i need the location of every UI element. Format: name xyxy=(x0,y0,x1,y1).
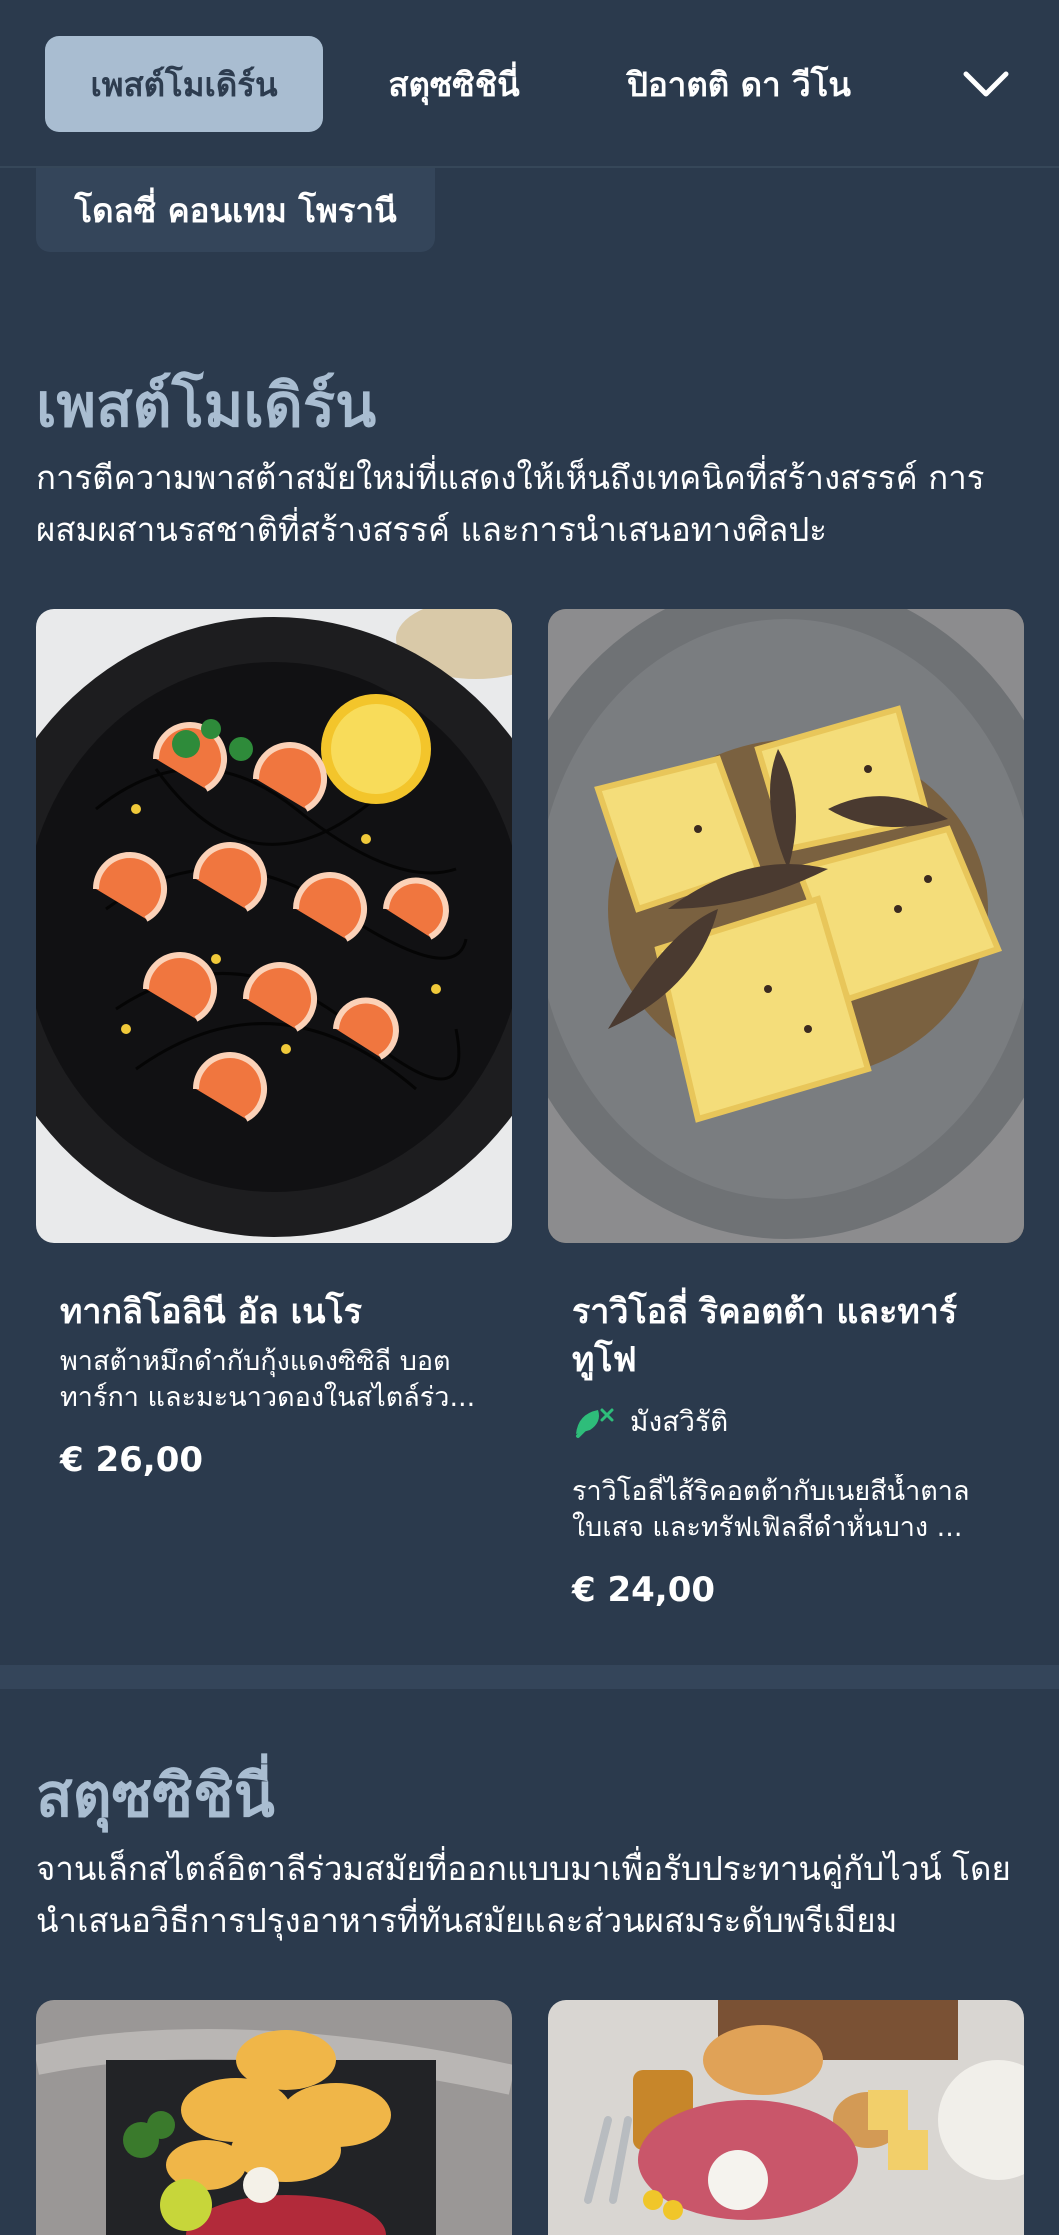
dietary-tag: มังสวิรัติ xyxy=(572,1400,728,1444)
vegetarian-leaf-icon xyxy=(576,1408,614,1438)
dish-image-ravioli[interactable] xyxy=(548,609,1024,1243)
tab-modern-pasta[interactable]: เพสต์โมเดิร์น xyxy=(45,36,323,132)
tab-piatti-da-vino[interactable]: ปิอาตติ ดา วีโน xyxy=(603,36,875,132)
dietary-tag-label: มังสวิรัติ xyxy=(630,1405,729,1438)
dish-image-stuzzichini-2[interactable] xyxy=(548,2000,1024,2235)
dish-description: พาสต้าหมึกดำกับกุ้งแดงซิซิลี บอตทาร์กา แ… xyxy=(60,1346,476,1413)
tab-dolci-contemporanei[interactable]: โดลซี่ คอนเทม โพรานี xyxy=(36,168,435,252)
dish-name[interactable]: ทากลิโอลินี อัล เนโร xyxy=(60,1288,490,1336)
section-title: สตุซซิชินี่ xyxy=(36,1761,275,1831)
section-description: การตีความพาสต้าสมัยใหม่ที่แสดงให้เห็นถึง… xyxy=(36,458,985,549)
category-nav: เพสต์โมเดิร์น สตุซซิชินี่ ปิอาตติ ดา วีโ… xyxy=(0,0,1059,168)
section-description: จานเล็กสไตล์อิตาลีร่วมสมัยที่ออกแบบมาเพื… xyxy=(36,1849,1011,1940)
dish-image-tagliolini[interactable] xyxy=(36,609,512,1243)
section-title: เพสต์โมเดิร์น xyxy=(36,371,377,441)
dish-price: € 26,00 xyxy=(60,1440,204,1480)
chevron-down-icon[interactable] xyxy=(958,62,1014,106)
dish-image-stuzzichini-1[interactable] xyxy=(36,2000,512,2235)
dish-name[interactable]: ราวิโอลี่ ริคอตต้า และทาร์ทูโฟ xyxy=(572,1288,992,1384)
tab-stuzzichini[interactable]: สตุซซิชินี่ xyxy=(365,36,543,132)
section-divider xyxy=(0,1665,1059,1689)
dish-price: € 24,00 xyxy=(572,1570,716,1610)
dish-description: ราวิโอลี่ไส้ริคอตต้ากับเนยสีน้ำตาล ใบเสจ… xyxy=(572,1476,970,1543)
